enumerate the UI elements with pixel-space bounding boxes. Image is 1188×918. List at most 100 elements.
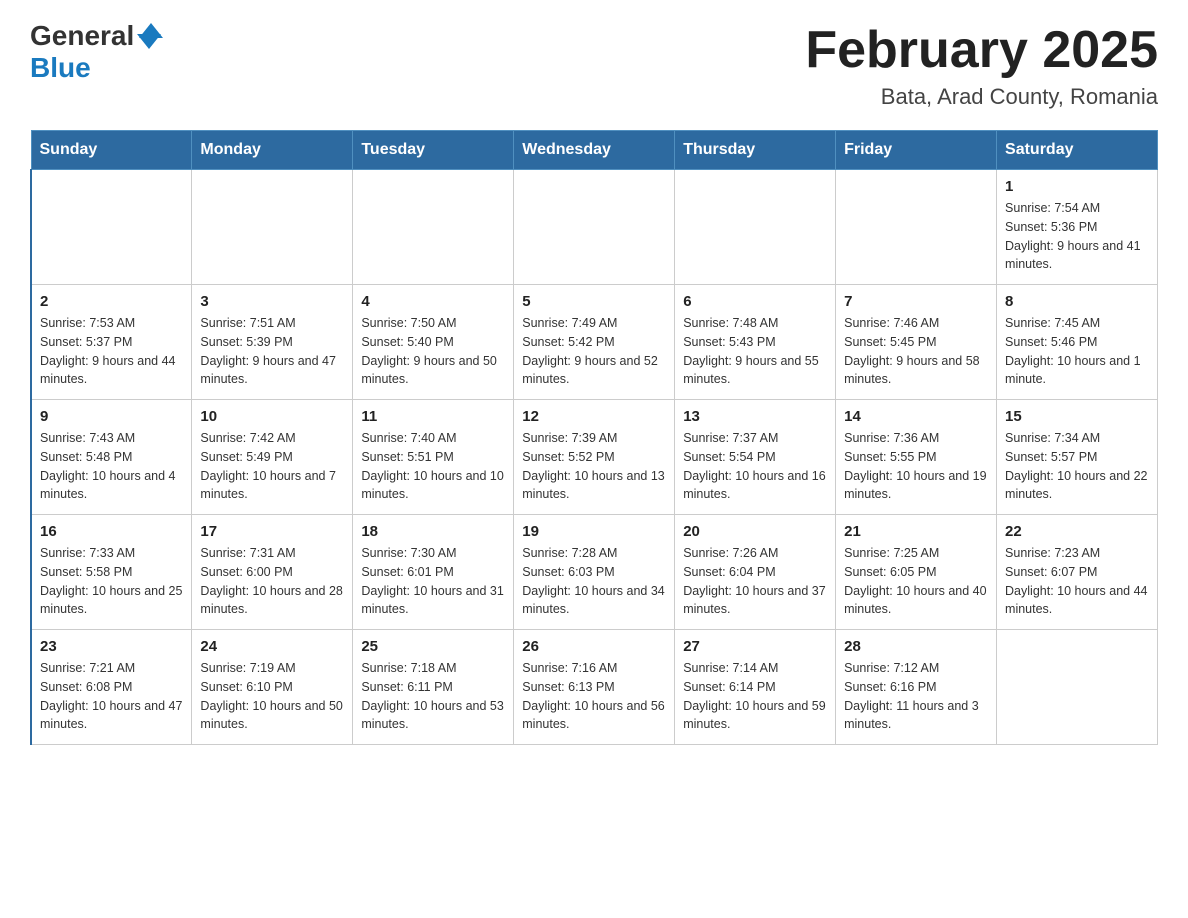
- table-row: 3 Sunrise: 7:51 AMSunset: 5:39 PMDaylight…: [192, 285, 353, 400]
- day-info: Sunrise: 7:49 AMSunset: 5:42 PMDaylight:…: [522, 314, 666, 389]
- calendar-header: Sunday Monday Tuesday Wednesday Thursday…: [31, 131, 1158, 170]
- header-friday: Friday: [836, 131, 997, 170]
- month-title: February 2025: [805, 20, 1158, 80]
- table-row: 27Sunrise: 7:14 AMSunset: 6:14 PMDayligh…: [675, 630, 836, 745]
- logo: General Blue: [30, 20, 163, 84]
- day-number: 1: [1005, 178, 1149, 195]
- table-row: [675, 170, 836, 285]
- location: Bata, Arad County, Romania: [805, 84, 1158, 110]
- table-row: [31, 170, 192, 285]
- logo-blue-text: Blue: [30, 52, 91, 84]
- day-number: 2: [40, 293, 183, 310]
- day-number: 3: [200, 293, 344, 310]
- day-info: Sunrise: 7:40 AMSunset: 5:51 PMDaylight:…: [361, 429, 505, 504]
- day-info: Sunrise: 7:30 AMSunset: 6:01 PMDaylight:…: [361, 544, 505, 619]
- table-row: 23Sunrise: 7:21 AMSunset: 6:08 PMDayligh…: [31, 630, 192, 745]
- table-row: [514, 170, 675, 285]
- day-number: 18: [361, 523, 505, 540]
- table-row: 19 Sunrise: 7:28 AMSunset: 6:03 PMDayligh…: [514, 515, 675, 630]
- day-info: Sunrise: 7:42 AMSunset: 5:49 PMDaylight:…: [200, 429, 344, 504]
- day-info: Sunrise: 7:18 AMSunset: 6:11 PMDaylight:…: [361, 659, 505, 734]
- table-row: 10Sunrise: 7:42 AMSunset: 5:49 PMDayligh…: [192, 400, 353, 515]
- day-info: Sunrise: 7:16 AMSunset: 6:13 PMDaylight:…: [522, 659, 666, 734]
- table-row: 28 Sunrise: 7:12 AMSunset: 6:16 PMDayligh…: [836, 630, 997, 745]
- header-sunday: Sunday: [31, 131, 192, 170]
- day-number: 9: [40, 408, 183, 425]
- page-header: General Blue February 2025 Bata, Arad Co…: [30, 20, 1158, 110]
- table-row: 18 Sunrise: 7:30 AMSunset: 6:01 PMDayligh…: [353, 515, 514, 630]
- day-number: 13: [683, 408, 827, 425]
- day-number: 17: [200, 523, 344, 540]
- day-info: Sunrise: 7:12 AMSunset: 6:16 PMDaylight:…: [844, 659, 988, 734]
- day-number: 28: [844, 638, 988, 655]
- day-info: Sunrise: 7:31 AMSunset: 6:00 PMDaylight:…: [200, 544, 344, 619]
- table-row: 4 Sunrise: 7:50 AMSunset: 5:40 PMDaylight…: [353, 285, 514, 400]
- day-info: Sunrise: 7:19 AMSunset: 6:10 PMDaylight:…: [200, 659, 344, 734]
- day-number: 14: [844, 408, 988, 425]
- header-saturday: Saturday: [997, 131, 1158, 170]
- day-info: Sunrise: 7:25 AMSunset: 6:05 PMDaylight:…: [844, 544, 988, 619]
- day-info: Sunrise: 7:48 AMSunset: 5:43 PMDaylight:…: [683, 314, 827, 389]
- table-row: [192, 170, 353, 285]
- day-info: Sunrise: 7:51 AMSunset: 5:39 PMDaylight:…: [200, 314, 344, 389]
- day-info: Sunrise: 7:33 AMSunset: 5:58 PMDaylight:…: [40, 544, 183, 619]
- table-row: 2 Sunrise: 7:53 AMSunset: 5:37 PMDaylight…: [31, 285, 192, 400]
- calendar-week-1: 2 Sunrise: 7:53 AMSunset: 5:37 PMDaylight…: [31, 285, 1158, 400]
- header-tuesday: Tuesday: [353, 131, 514, 170]
- day-info: Sunrise: 7:23 AMSunset: 6:07 PMDaylight:…: [1005, 544, 1149, 619]
- header-row: Sunday Monday Tuesday Wednesday Thursday…: [31, 131, 1158, 170]
- day-info: Sunrise: 7:37 AMSunset: 5:54 PMDaylight:…: [683, 429, 827, 504]
- table-row: 21 Sunrise: 7:25 AMSunset: 6:05 PMDayligh…: [836, 515, 997, 630]
- day-info: Sunrise: 7:54 AMSunset: 5:36 PMDaylight:…: [1005, 199, 1149, 274]
- day-info: Sunrise: 7:26 AMSunset: 6:04 PMDaylight:…: [683, 544, 827, 619]
- table-row: 26 Sunrise: 7:16 AMSunset: 6:13 PMDayligh…: [514, 630, 675, 745]
- table-row: 24 Sunrise: 7:19 AMSunset: 6:10 PMDayligh…: [192, 630, 353, 745]
- table-row: 12 Sunrise: 7:39 AMSunset: 5:52 PMDayligh…: [514, 400, 675, 515]
- table-row: 6 Sunrise: 7:48 AMSunset: 5:43 PMDaylight…: [675, 285, 836, 400]
- day-number: 24: [200, 638, 344, 655]
- title-area: February 2025 Bata, Arad County, Romania: [805, 20, 1158, 110]
- calendar-week-4: 23Sunrise: 7:21 AMSunset: 6:08 PMDayligh…: [31, 630, 1158, 745]
- day-info: Sunrise: 7:39 AMSunset: 5:52 PMDaylight:…: [522, 429, 666, 504]
- header-monday: Monday: [192, 131, 353, 170]
- day-info: Sunrise: 7:28 AMSunset: 6:03 PMDaylight:…: [522, 544, 666, 619]
- table-row: 11Sunrise: 7:40 AMSunset: 5:51 PMDayligh…: [353, 400, 514, 515]
- day-info: Sunrise: 7:53 AMSunset: 5:37 PMDaylight:…: [40, 314, 183, 389]
- day-info: Sunrise: 7:45 AMSunset: 5:46 PMDaylight:…: [1005, 314, 1149, 389]
- table-row: 1 Sunrise: 7:54 AMSunset: 5:36 PMDaylight…: [997, 170, 1158, 285]
- table-row: [836, 170, 997, 285]
- table-row: 7 Sunrise: 7:46 AMSunset: 5:45 PMDaylight…: [836, 285, 997, 400]
- table-row: 20 Sunrise: 7:26 AMSunset: 6:04 PMDayligh…: [675, 515, 836, 630]
- calendar-week-3: 16 Sunrise: 7:33 AMSunset: 5:58 PMDayligh…: [31, 515, 1158, 630]
- table-row: 9Sunrise: 7:43 AMSunset: 5:48 PMDaylight…: [31, 400, 192, 515]
- day-number: 20: [683, 523, 827, 540]
- day-number: 5: [522, 293, 666, 310]
- logo-general-text: General: [30, 20, 134, 52]
- table-row: 17 Sunrise: 7:31 AMSunset: 6:00 PMDayligh…: [192, 515, 353, 630]
- day-info: Sunrise: 7:50 AMSunset: 5:40 PMDaylight:…: [361, 314, 505, 389]
- day-number: 19: [522, 523, 666, 540]
- day-number: 21: [844, 523, 988, 540]
- day-number: 4: [361, 293, 505, 310]
- header-wednesday: Wednesday: [514, 131, 675, 170]
- day-number: 25: [361, 638, 505, 655]
- day-number: 27: [683, 638, 827, 655]
- day-number: 16: [40, 523, 183, 540]
- calendar-week-2: 9Sunrise: 7:43 AMSunset: 5:48 PMDaylight…: [31, 400, 1158, 515]
- table-row: 8Sunrise: 7:45 AMSunset: 5:46 PMDaylight…: [997, 285, 1158, 400]
- table-row: [997, 630, 1158, 745]
- calendar-table: Sunday Monday Tuesday Wednesday Thursday…: [30, 130, 1158, 745]
- table-row: 13 Sunrise: 7:37 AMSunset: 5:54 PMDayligh…: [675, 400, 836, 515]
- table-row: 5 Sunrise: 7:49 AMSunset: 5:42 PMDaylight…: [514, 285, 675, 400]
- table-row: [353, 170, 514, 285]
- day-number: 7: [844, 293, 988, 310]
- day-info: Sunrise: 7:34 AMSunset: 5:57 PMDaylight:…: [1005, 429, 1149, 504]
- day-info: Sunrise: 7:46 AMSunset: 5:45 PMDaylight:…: [844, 314, 988, 389]
- calendar-body: 1 Sunrise: 7:54 AMSunset: 5:36 PMDaylight…: [31, 170, 1158, 745]
- day-number: 6: [683, 293, 827, 310]
- table-row: 25 Sunrise: 7:18 AMSunset: 6:11 PMDayligh…: [353, 630, 514, 745]
- day-info: Sunrise: 7:36 AMSunset: 5:55 PMDaylight:…: [844, 429, 988, 504]
- day-number: 26: [522, 638, 666, 655]
- header-thursday: Thursday: [675, 131, 836, 170]
- day-number: 12: [522, 408, 666, 425]
